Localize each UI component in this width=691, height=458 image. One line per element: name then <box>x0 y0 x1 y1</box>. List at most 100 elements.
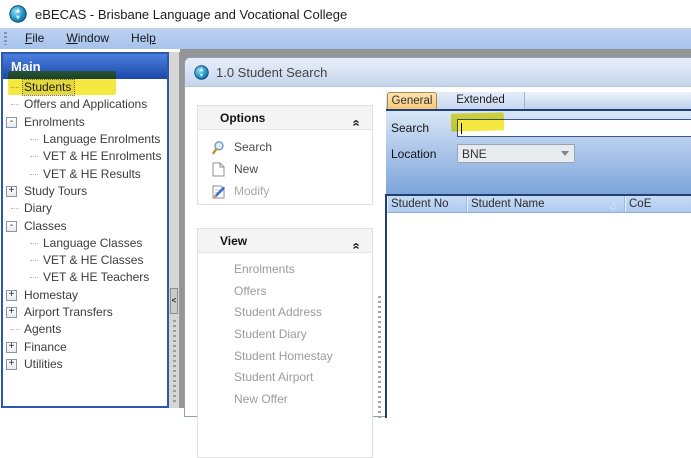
menu-item-file[interactable]: File <box>14 31 55 45</box>
window-titlebar: eBECAS - Brisbane Language and Vocationa… <box>0 0 691 28</box>
expand-box-icon[interactable]: + <box>6 290 17 301</box>
menu-item-help[interactable]: Help <box>120 31 167 45</box>
grid-column-coe[interactable]: CoE <box>625 196 691 212</box>
sidebar-collapse-button[interactable]: < <box>170 288 178 314</box>
sidebar-splitter[interactable]: < <box>169 52 180 408</box>
sidebar-item-homestay[interactable]: + Homestay <box>3 287 167 304</box>
options-item-modify[interactable]: Modify <box>198 180 372 202</box>
search-label: Search <box>391 121 429 135</box>
options-item-search[interactable]: Search <box>198 136 372 158</box>
view-item-student-homestay[interactable]: Student Homestay <box>198 346 372 368</box>
sidebar-item-airport-transfers[interactable]: + Airport Transfers <box>3 304 167 321</box>
menu-item-window[interactable]: Window <box>55 31 120 45</box>
modify-document-icon <box>212 184 227 199</box>
sidebar-item-vet-he-results[interactable]: VET & HE Results <box>3 165 167 182</box>
sidebar-item-label: Diary <box>22 200 56 217</box>
sidebar-item-label: Study Tours <box>22 183 91 200</box>
collapse-chevron-icon[interactable]: « <box>344 242 368 249</box>
grid-column-label: Student No <box>391 198 449 210</box>
panel-splitter-dots[interactable] <box>378 296 381 418</box>
sidebar-item-vet-he-classes[interactable]: VET & HE Classes <box>3 252 167 269</box>
view-items: EnrolmentsOffersStudent AddressStudent D… <box>198 253 372 411</box>
collapse-chevron-icon[interactable]: « <box>344 119 368 126</box>
document-window-titlebar[interactable]: 1.0 Student Search <box>185 58 691 87</box>
sidebar-item-label: Agents <box>22 321 65 338</box>
sidebar-header: Main <box>3 54 167 79</box>
view-item-student-diary[interactable]: Student Diary <box>198 324 372 346</box>
tab-extended-search[interactable]: Extended Search <box>437 92 525 109</box>
sidebar-item-label: Homestay <box>22 287 82 304</box>
options-panel-header: Options « <box>198 106 372 130</box>
view-item-student-airport[interactable]: Student Airport <box>198 367 372 389</box>
sidebar-item-vet-he-teachers[interactable]: VET & HE Teachers <box>3 269 167 286</box>
menu-items: FileWindowHelp <box>14 29 167 48</box>
document-icon <box>194 65 209 80</box>
sidebar-item-label: Finance <box>22 339 71 356</box>
options-item-label: Modify <box>234 184 269 198</box>
menu-grip-handle[interactable] <box>4 32 7 45</box>
sidebar-item-label: Classes <box>22 218 71 235</box>
sidebar-item-study-tours[interactable]: + Study Tours <box>3 183 167 200</box>
sidebar-item-label: Airport Transfers <box>22 304 117 321</box>
collapse-box-icon[interactable]: - <box>6 221 17 232</box>
view-item-student-address[interactable]: Student Address <box>198 302 372 324</box>
options-panel: Options « Search New Modify <box>197 105 373 205</box>
splitter-grip-dots <box>173 320 176 404</box>
location-dropdown[interactable]: BNE <box>457 144 575 163</box>
grid-column-student-no[interactable]: Student No <box>387 196 467 212</box>
tab-general[interactable]: General <box>387 92 437 109</box>
expand-box-icon[interactable]: + <box>6 359 17 370</box>
sidebar-item-label: Language Enrolments <box>41 131 164 148</box>
grid-column-student-name[interactable]: Student Name △ <box>467 196 625 212</box>
grid-column-label: Student Name <box>471 198 545 210</box>
view-panel-title: View <box>220 234 247 248</box>
sidebar-item-label: VET & HE Enrolments <box>41 148 166 165</box>
search-icon <box>212 140 227 155</box>
student-search-window: 1.0 Student Search Options « Search New Mo… <box>184 57 691 417</box>
options-item-label: New <box>234 162 258 176</box>
view-item-offers[interactable]: Offers <box>198 281 372 303</box>
expand-box-icon[interactable]: + <box>6 307 17 318</box>
sidebar-item-utilities[interactable]: + Utilities <box>3 356 167 373</box>
nav-tree: StudentsOffers and Applications-Enrolmen… <box>3 79 167 373</box>
sidebar-item-diary[interactable]: Diary <box>3 200 167 217</box>
sidebar-item-offers-and-applications[interactable]: Offers and Applications <box>3 96 167 113</box>
sort-ascending-icon: △ <box>610 197 617 212</box>
window-title: eBECAS - Brisbane Language and Vocationa… <box>35 7 347 22</box>
view-item-enrolments[interactable]: Enrolments <box>198 259 372 281</box>
expand-box-icon[interactable]: + <box>6 186 17 197</box>
sidebar-item-label: Students <box>22 79 75 96</box>
menu-bar: FileWindowHelp <box>0 28 691 49</box>
sidebar-item-label: Utilities <box>22 356 67 373</box>
options-panel-title: Options <box>220 111 265 125</box>
sidebar-item-enrolments[interactable]: -Enrolments <box>3 114 167 131</box>
app-icon <box>9 5 27 23</box>
location-label: Location <box>391 147 436 161</box>
sidebar-item-language-enrolments[interactable]: Language Enrolments <box>3 131 167 148</box>
collapse-box-icon[interactable]: - <box>6 117 17 128</box>
sidebar-item-agents[interactable]: Agents <box>3 321 167 338</box>
dropdown-arrow-icon[interactable] <box>556 146 573 161</box>
sidebar-item-label: Enrolments <box>22 114 89 131</box>
options-item-label: Search <box>234 140 272 154</box>
sidebar-item-label: VET & HE Teachers <box>41 269 153 286</box>
view-panel: View « EnrolmentsOffersStudent AddressSt… <box>197 228 373 458</box>
sidebar-item-language-classes[interactable]: Language Classes <box>3 235 167 252</box>
view-panel-header: View « <box>198 229 372 253</box>
results-grid-body[interactable] <box>387 213 691 418</box>
sidebar-item-students[interactable]: Students <box>3 79 167 96</box>
sidebar-item-vet-he-enrolments[interactable]: VET & HE Enrolments <box>3 148 167 165</box>
expand-box-icon[interactable]: + <box>6 342 17 353</box>
results-grid-header: Student No Student Name △ CoE <box>387 196 691 213</box>
document-title: 1.0 Student Search <box>216 65 327 80</box>
options-item-new[interactable]: New <box>198 158 372 180</box>
sidebar-item-finance[interactable]: + Finance <box>3 338 167 355</box>
sidebar-item-label: VET & HE Classes <box>41 252 147 269</box>
grid-column-label: CoE <box>629 198 651 210</box>
search-input[interactable] <box>457 119 691 137</box>
sidebar-item-label: Offers and Applications <box>22 96 151 113</box>
options-items: Search New Modify <box>198 130 372 202</box>
sidebar-item-classes[interactable]: -Classes <box>3 217 167 234</box>
search-form: Search Location BNE <box>386 111 691 194</box>
sidebar-panel: Main StudentsOffers and Applications-Enr… <box>1 52 169 408</box>
